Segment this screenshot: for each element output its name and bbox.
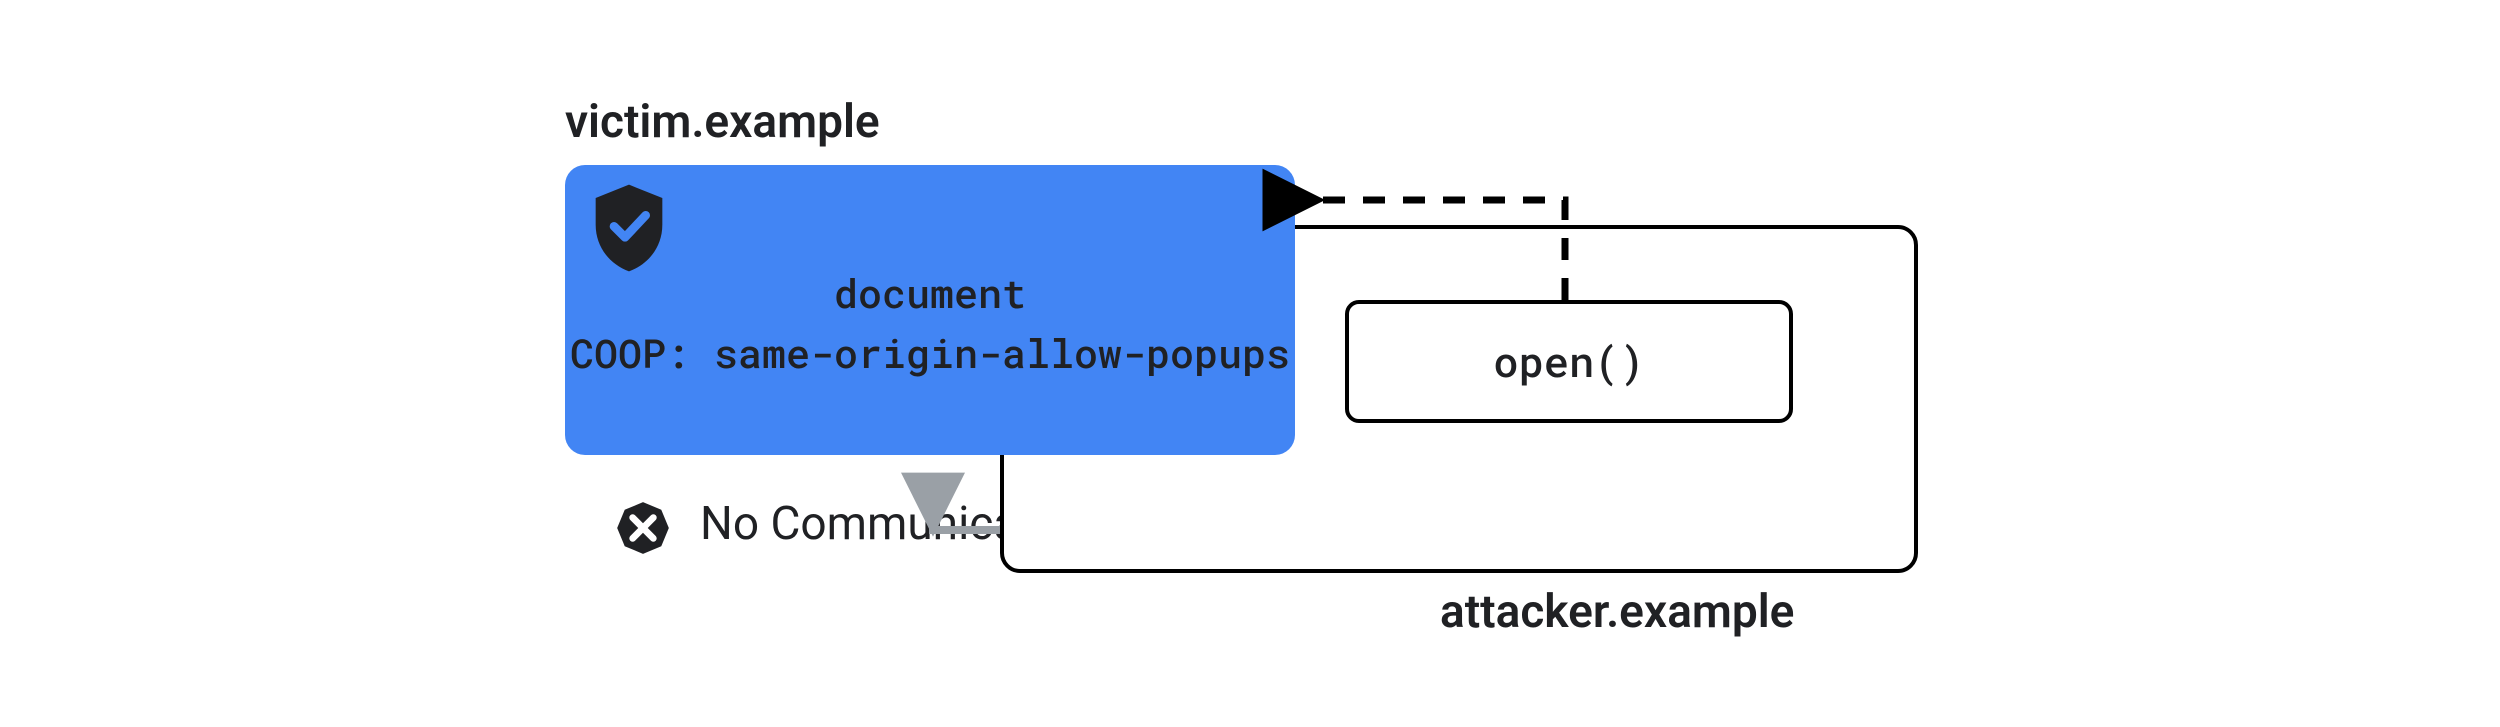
dashed-arrow-icon bbox=[0, 0, 2500, 727]
diagram-stage: document COOP: same-origin-allow-popups … bbox=[0, 0, 2500, 727]
